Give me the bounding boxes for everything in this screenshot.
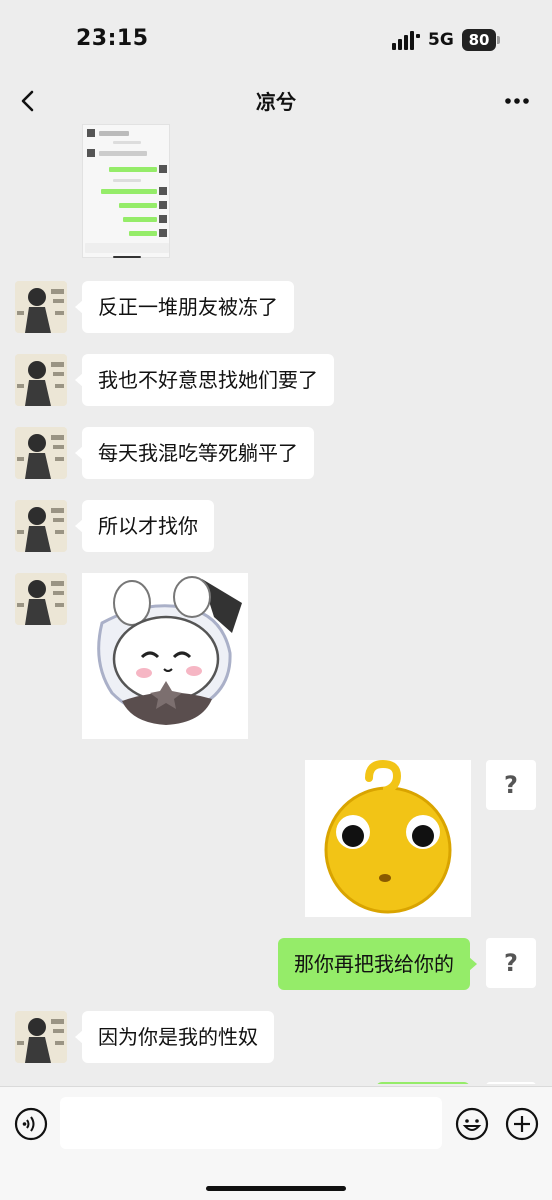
avatar-image [15,354,67,406]
contact-avatar[interactable] [15,500,67,552]
battery-tip [497,36,500,44]
more-dots-icon[interactable] [500,86,534,116]
message-bubble[interactable]: 反正一堆朋友被冻了 [75,281,294,333]
home-indicator [206,1186,346,1191]
contact-avatar[interactable] [15,573,67,625]
contact-avatar[interactable] [15,427,67,479]
contact-avatar[interactable] [15,281,67,333]
battery-indicator: 80 [462,29,496,51]
status-time: 23:15 [76,26,149,51]
voice-icon[interactable] [14,1107,48,1141]
status-bar: 23:15 5G 80 [0,0,552,78]
nav-bar: 凉兮 [0,78,552,124]
avatar-image [15,1011,67,1063]
failed-send-indicator-partial[interactable] [486,1082,536,1084]
avatar-image [15,500,67,552]
bunny-sticker[interactable] [82,573,248,739]
avatar-image [15,427,67,479]
message-bubble[interactable]: 每天我混吃等死躺平了 [75,427,314,479]
chat-area[interactable]: 反正一堆朋友被冻了 我也不好意思找她们要了 每天我混吃等死躺平了 所以才找你 ?… [0,124,552,1084]
message-bubble[interactable]: 所以才找你 [75,500,214,552]
chat-title: 凉兮 [256,90,296,114]
screenshot-image-message[interactable] [82,124,170,258]
avatar-image [15,573,67,625]
failed-send-indicator[interactable]: ? [486,938,536,988]
contact-avatar[interactable] [15,1011,67,1063]
smiley-icon[interactable] [455,1107,489,1141]
avatar-image [15,281,67,333]
message-bubble[interactable]: 因为你是我的性奴 [75,1011,274,1063]
contact-avatar[interactable] [15,354,67,406]
confused-emoji-image [305,760,471,917]
bunny-sticker-image [82,573,248,739]
confused-emoji-sticker[interactable] [305,760,471,917]
message-bubble-outgoing[interactable]: 那你再把我给你的 [278,938,477,990]
plus-circle-icon[interactable] [505,1107,539,1141]
message-input[interactable] [60,1097,442,1149]
signal-icon [392,31,420,50]
network-type: 5G [428,30,454,50]
message-bubble[interactable]: 我也不好意思找她们要了 [75,354,334,406]
input-bar [0,1086,552,1200]
failed-send-indicator[interactable]: ? [486,760,536,810]
message-bubble-outgoing-partial[interactable] [376,1082,470,1084]
